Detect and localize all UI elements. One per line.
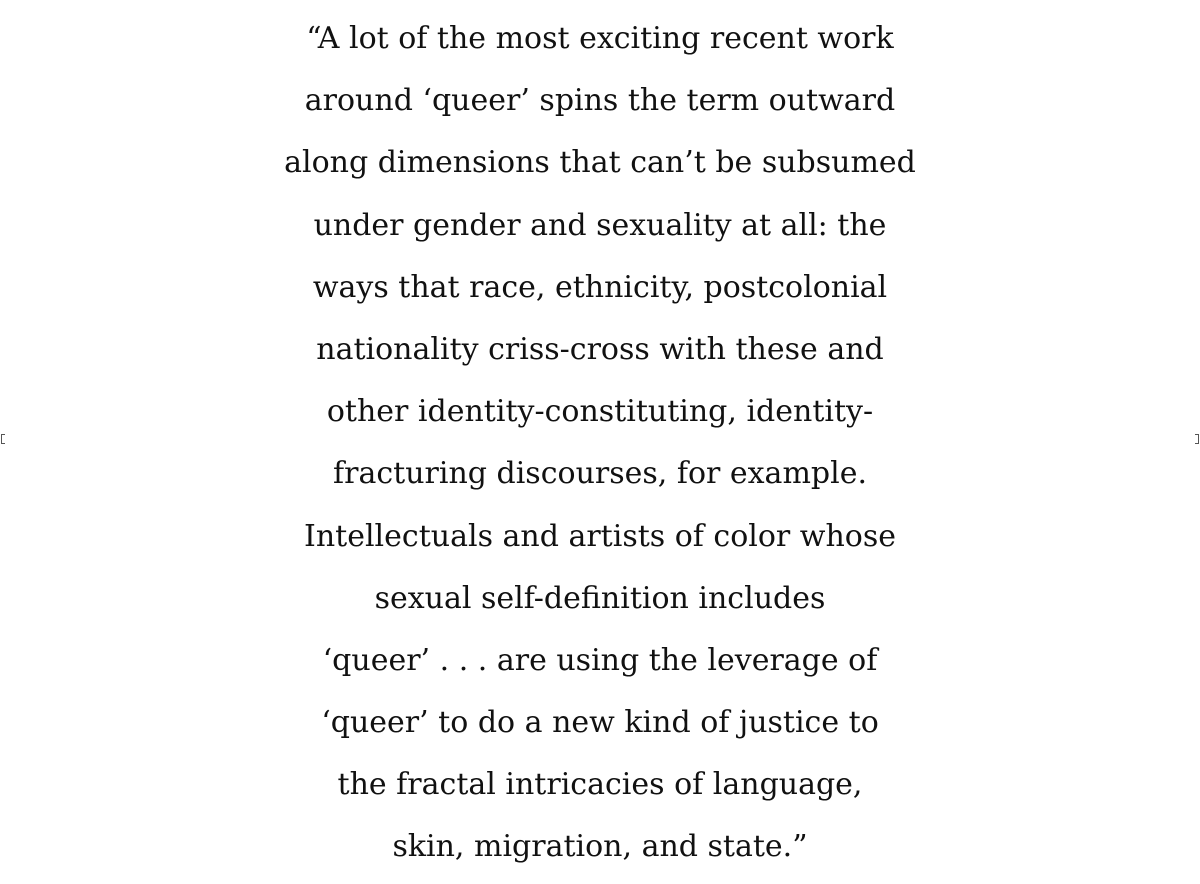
quote-line-9: Intellectuals and artists of color whose [303, 518, 897, 554]
quote-line-6: nationality criss-cross with these and [316, 331, 884, 367]
quote-line-11: ‘queer’ . . . are using the leverage of [322, 642, 878, 678]
quote-line-4: under gender and sexuality at all: the [313, 207, 887, 243]
quote-line-2: around ‘queer’ spins the term outward [304, 83, 896, 119]
quote-line-8: fracturing discourses, for example. [333, 456, 867, 492]
quote-line-3: along dimensions that can’t be subsumed [284, 145, 916, 181]
quotation-block: “A lot of the most exciting recent work … [0, 8, 1200, 879]
document-page: “A lot of the most exciting recent work … [0, 0, 1200, 884]
quote-line-13: the fractal intricacies of language, [337, 767, 863, 803]
quote-line-7: other identity-constituting, identity- [326, 394, 874, 430]
quote-line-14: skin, migration, and state.” [392, 829, 808, 865]
quote-line-12: ‘queer’ to do a new kind of justice to [321, 705, 879, 741]
quote-line-1: “A lot of the most exciting recent work [306, 21, 894, 56]
quote-line-10: sexual self-definition includes [374, 580, 826, 616]
quote-line-5: ways that race, ethnicity, postcolonial [312, 269, 888, 305]
